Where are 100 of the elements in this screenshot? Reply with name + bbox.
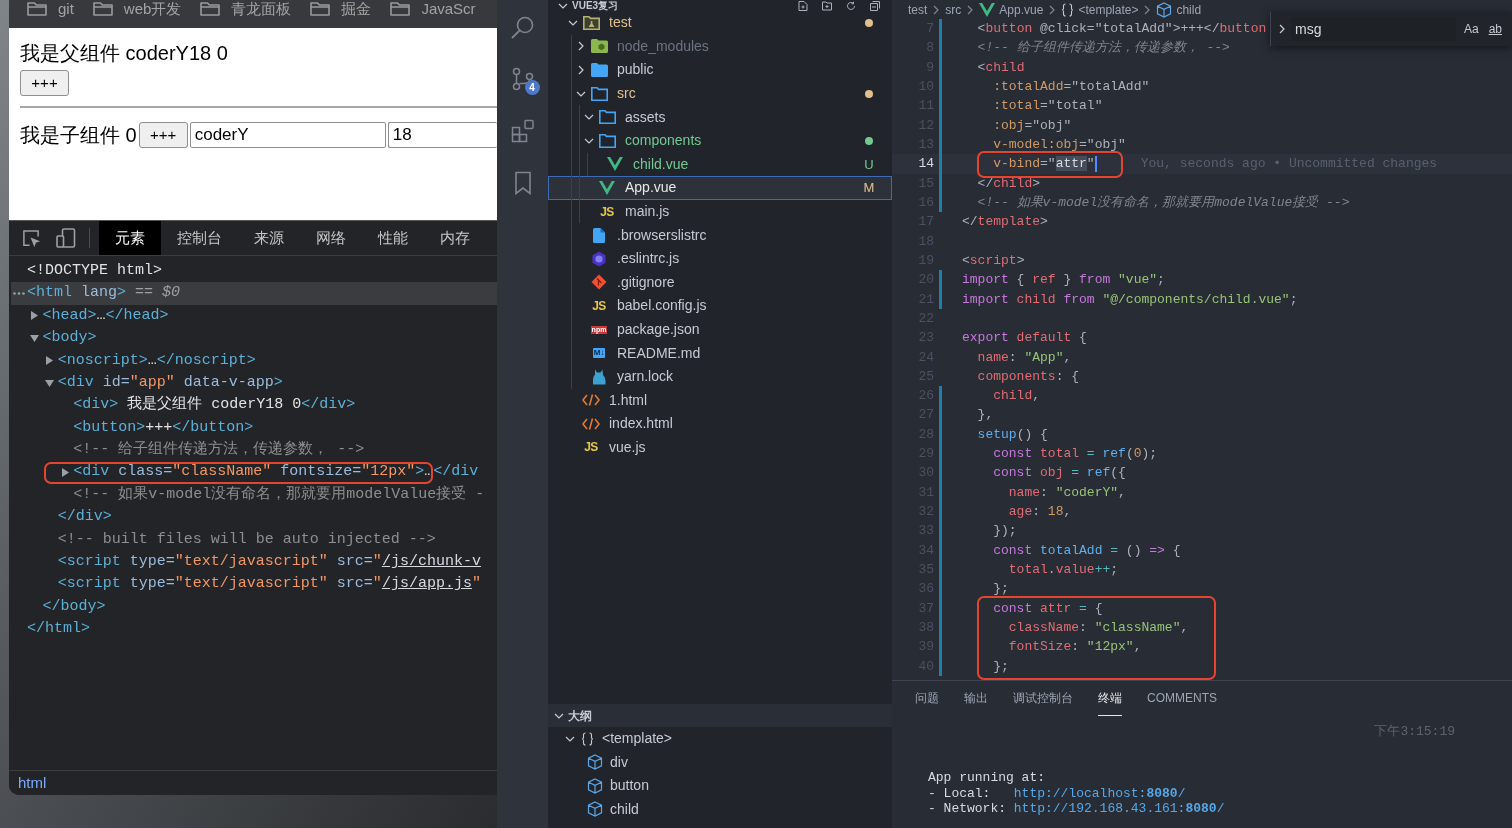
devtools-tab[interactable]: 性能 bbox=[362, 221, 424, 255]
breadcrumb-item[interactable]: src bbox=[945, 0, 962, 19]
terminal-link[interactable]: http://192.168.43.161:8080/ bbox=[1013, 801, 1225, 817]
explorer-section-header[interactable]: VUE3复习 bbox=[558, 0, 619, 11]
file-link[interactable]: /js/chunk-v bbox=[381, 553, 481, 571]
dom-node[interactable]: <div id="app" data-v-app> bbox=[57, 371, 283, 395]
panel-tab[interactable]: 输出 bbox=[964, 681, 988, 716]
file-tree-item[interactable]: JS vue.js bbox=[548, 435, 892, 460]
ellipsis-icon[interactable] bbox=[13, 292, 25, 296]
chevron-right-icon bbox=[967, 4, 974, 15]
triangle-down-icon[interactable] bbox=[29, 334, 39, 342]
match-case-toggle[interactable]: Aa bbox=[1461, 20, 1481, 38]
dom-node[interactable]: <noscript>…</noscript> bbox=[57, 349, 256, 372]
text-field[interactable]: 18 bbox=[387, 122, 497, 148]
new-folder-icon[interactable] bbox=[822, 0, 832, 11]
triangle-down-icon[interactable] bbox=[45, 379, 55, 387]
folder-flask-icon bbox=[582, 15, 600, 30]
dom-node[interactable]: <body> bbox=[42, 327, 97, 350]
dom-node[interactable]: <!-- built files will be auto injected --> bbox=[57, 528, 436, 552]
dom-node[interactable]: </html> bbox=[27, 618, 90, 641]
file-tree-item[interactable]: .browserslistrc bbox=[548, 223, 892, 247]
dom-node[interactable]: <div class="className" fontsize="12px">…</div bbox=[73, 461, 479, 484]
dom-node[interactable]: <head>…</head> bbox=[42, 304, 169, 328]
increment-button[interactable]: +++ bbox=[20, 70, 69, 96]
new-file-icon[interactable] bbox=[798, 0, 808, 11]
devtools-tab[interactable]: 来源 bbox=[238, 221, 300, 255]
file-tree-item[interactable]: yarn.lock bbox=[548, 364, 892, 389]
breadcrumb-item[interactable]: <template> bbox=[1061, 0, 1139, 19]
file-tree-item[interactable]: JS main.js bbox=[548, 199, 892, 224]
code-line: }; bbox=[993, 657, 1009, 676]
file-tree-item[interactable]: test bbox=[548, 11, 892, 35]
dom-node[interactable]: <!-- 给子组件传递方法，传递参数， --> bbox=[73, 439, 365, 462]
file-tree-item[interactable]: components bbox=[548, 128, 892, 153]
chevron-down-icon[interactable] bbox=[576, 90, 586, 97]
file-tree-item[interactable]: public bbox=[548, 58, 892, 82]
chevron-right-icon[interactable] bbox=[578, 41, 584, 52]
panel-tab[interactable]: COMMENTS bbox=[1147, 681, 1217, 716]
dom-node[interactable]: </div> bbox=[57, 506, 112, 529]
panel-tab[interactable]: 终端 bbox=[1098, 681, 1122, 716]
dom-node[interactable]: <!-- 如果v-model没有命名，那就要用modelValue接受 - bbox=[73, 483, 485, 507]
panel-tab[interactable]: 调试控制台 bbox=[1013, 681, 1073, 716]
outline-item[interactable]: <template> bbox=[548, 727, 892, 751]
triangle-right-icon[interactable] bbox=[61, 468, 69, 478]
file-link[interactable]: /js/app.js bbox=[381, 575, 472, 593]
bookmark-folder[interactable]: JavaScr bbox=[390, 0, 476, 17]
breadcrumb-item[interactable]: child bbox=[1156, 0, 1202, 19]
outline-item[interactable]: child bbox=[548, 797, 892, 821]
chevron-down-icon[interactable] bbox=[584, 114, 594, 121]
inspect-element-icon[interactable] bbox=[22, 228, 41, 248]
devtools-tab[interactable]: 元素 bbox=[99, 221, 161, 255]
terminal-link[interactable]: http://localhost:8080/ bbox=[1013, 785, 1186, 801]
whole-word-toggle[interactable]: ab bbox=[1486, 20, 1504, 38]
breadcrumb-item[interactable]: test bbox=[908, 0, 928, 19]
chevron-down-icon[interactable] bbox=[568, 19, 578, 26]
chevron-right-icon[interactable] bbox=[578, 65, 584, 75]
cube-icon bbox=[1156, 1, 1173, 18]
search-icon[interactable] bbox=[510, 15, 535, 39]
file-tree-item[interactable]: 1.html bbox=[548, 388, 892, 413]
increment-button[interactable]: +++ bbox=[138, 122, 188, 148]
chevron-down-icon[interactable] bbox=[565, 735, 575, 742]
file-tree-item[interactable]: index.html bbox=[548, 412, 892, 436]
triangle-right-icon[interactable] bbox=[30, 311, 38, 321]
devtools-tab[interactable]: 控制台 bbox=[161, 221, 238, 255]
dom-node[interactable]: <!DOCTYPE html> bbox=[27, 259, 163, 283]
file-tree-item[interactable]: assets bbox=[548, 105, 892, 129]
breadcrumb-item[interactable]: html bbox=[18, 771, 47, 795]
devtools-tab[interactable]: 网络 bbox=[300, 221, 362, 255]
find-field[interactable]: msg bbox=[1291, 17, 1456, 41]
dom-node[interactable]: <html lang> == $0 bbox=[27, 282, 181, 305]
collapse-all-icon[interactable] bbox=[870, 0, 880, 11]
outline-item[interactable]: button bbox=[548, 774, 892, 798]
text-field[interactable]: coderY bbox=[189, 122, 386, 148]
code-line: const total = ref(0); bbox=[993, 445, 1158, 464]
dom-node[interactable]: <script type="text/javascript" src="/js/app.js" bbox=[57, 573, 481, 596]
devtools-tab[interactable]: 内存 bbox=[424, 221, 486, 255]
dom-node[interactable]: </body> bbox=[42, 595, 106, 619]
file-tree-item[interactable]: App.vue M bbox=[548, 176, 892, 200]
chevron-down-icon[interactable] bbox=[584, 137, 594, 144]
dom-node[interactable]: <script type="text/javascript" src="/js/chunk-v bbox=[57, 551, 481, 574]
panel-tab[interactable]: 问题 bbox=[915, 681, 939, 716]
bookmark-folder[interactable]: git bbox=[27, 0, 74, 17]
toggle-replace-icon[interactable] bbox=[1279, 24, 1285, 34]
file-tree-item[interactable]: child.vue U bbox=[548, 152, 892, 177]
extensions-icon[interactable] bbox=[510, 119, 535, 143]
outline-section-header[interactable]: 大纲 bbox=[548, 704, 892, 727]
dom-node[interactable]: <button>+++</button> bbox=[73, 416, 254, 440]
bookmark-folder[interactable]: 掘金 bbox=[310, 0, 372, 17]
code-line: age: 18, bbox=[1008, 503, 1072, 522]
breadcrumb-item[interactable]: App.vue bbox=[979, 0, 1044, 19]
bookmark-folder[interactable]: 青龙面板 bbox=[200, 0, 292, 17]
bookmark-folder[interactable]: web开发 bbox=[92, 0, 182, 17]
folder-icon bbox=[92, 1, 113, 16]
device-toolbar-icon[interactable] bbox=[56, 228, 76, 248]
file-tree-item[interactable]: src bbox=[548, 81, 892, 106]
source-control-icon[interactable] bbox=[510, 67, 535, 91]
dom-node[interactable]: <div> 我是父组件 coderY18 0</div> bbox=[73, 394, 356, 417]
outline-item[interactable]: div bbox=[548, 750, 892, 774]
file-tree-item[interactable]: JS babel.config.js bbox=[548, 294, 892, 318]
refresh-icon[interactable] bbox=[846, 0, 856, 11]
triangle-right-icon[interactable] bbox=[46, 356, 54, 366]
